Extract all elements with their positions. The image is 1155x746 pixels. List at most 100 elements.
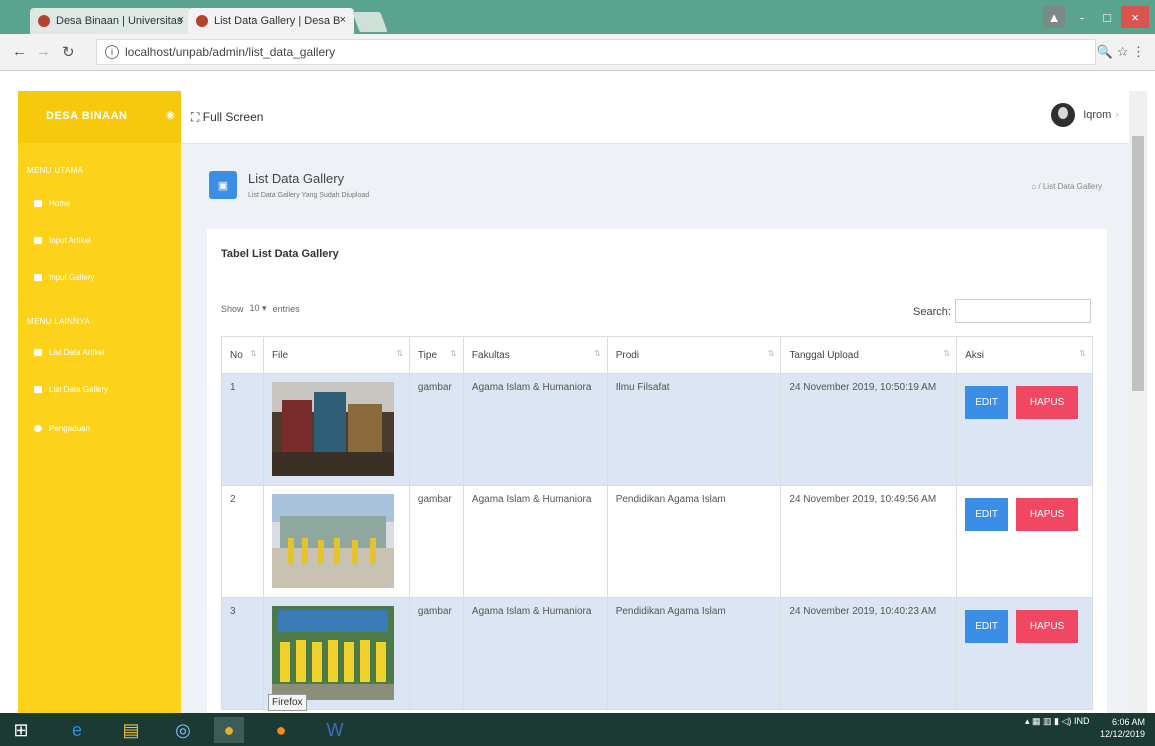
cell-no: 3 <box>221 597 264 710</box>
sidebar <box>18 91 181 713</box>
sidebar-item-list-data-artikel[interactable]: List Data Artikel <box>34 348 105 357</box>
recycle-icon[interactable]: ◎ <box>168 717 198 743</box>
card-title: Tabel List Data Gallery <box>221 248 339 260</box>
tab-desa-binaan[interactable]: Desa Binaan | Universitas × <box>30 8 192 34</box>
sort-icon: ⇅ <box>943 349 951 358</box>
edit-button[interactable]: EDIT <box>965 386 1009 419</box>
column-header-file[interactable]: File ⇅ <box>262 336 410 374</box>
close-tab-icon[interactable]: × <box>340 14 346 26</box>
user-menu[interactable]: Iqrom › <box>1051 103 1119 127</box>
gallery-thumbnail[interactable] <box>271 606 394 700</box>
sort-icon: ⇅ <box>396 349 403 358</box>
bookmark-icons[interactable]: 🔍 ☆ ⋮ <box>1097 44 1145 60</box>
tab-list-data-gallery[interactable]: List Data Gallery | Desa B × <box>188 8 354 34</box>
scrollbar-thumb[interactable] <box>1132 136 1144 391</box>
table-row: 3 gambar Agama Islam & Humaniora Pendidi <box>221 597 1093 710</box>
sort-icon: ⇅ <box>1079 349 1086 358</box>
minimize-button[interactable]: - <box>1070 6 1094 28</box>
entries-select[interactable]: 10 ▾ <box>250 303 267 314</box>
gallery-thumbnail[interactable] <box>271 494 394 588</box>
cell-tanggal: 24 November 2019, 10:40:23 AM <box>780 597 958 710</box>
favicon-icon <box>38 15 50 27</box>
cell-file <box>262 485 410 598</box>
chrome-icon[interactable]: ● <box>214 717 244 743</box>
hapus-button[interactable]: HAPUS <box>1016 498 1079 531</box>
list-icon <box>34 349 42 356</box>
address-bar-row: ← → ↻ i localhost/unpab/admin/list_data_… <box>0 34 1155 71</box>
cell-tanggal: 24 November 2019, 10:49:56 AM <box>780 485 958 598</box>
sidebar-section-menu-lainnya: MENU LAINNYA <box>27 317 91 326</box>
user-profile-button[interactable]: ▲ <box>1043 6 1065 28</box>
word-icon[interactable]: W <box>320 717 350 743</box>
brand-title: DESA BINAAN <box>46 110 128 122</box>
image-icon <box>34 386 42 393</box>
column-header-tanggal-upload[interactable]: Tanggal Upload ⇅ <box>780 336 958 374</box>
page-subtitle: List Data Gallery Yang Sudah Diupload <box>248 192 370 199</box>
favicon-icon <box>196 15 208 27</box>
gallery-table: No ⇅ File ⇅ Tipe ⇅ Fakultas ⇅ Prodi ⇅ Tanggal… <box>221 336 1093 710</box>
user-icon <box>34 237 42 244</box>
cell-tipe: gambar <box>408 597 464 710</box>
cell-fakultas: Agama Islam & Humaniora <box>462 597 608 710</box>
edit-button[interactable]: EDIT <box>965 610 1009 643</box>
internet-explorer-icon[interactable]: e <box>62 717 92 743</box>
gallery-thumbnail[interactable] <box>271 382 394 476</box>
sidebar-section-menu-utama: MENU UTAMA <box>27 166 84 175</box>
column-header-tipe[interactable]: Tipe ⇅ <box>408 336 464 374</box>
forward-arrow-icon[interactable]: → <box>36 43 51 60</box>
language-indicator[interactable]: IND <box>1074 716 1090 726</box>
page-scrollbar[interactable] <box>1129 91 1147 713</box>
cell-aksi: EDIT HAPUS <box>956 597 1093 710</box>
cell-prodi: Pendidikan Agama Islam <box>606 597 782 710</box>
sidebar-toggle-icon[interactable]: ◉ <box>166 110 175 121</box>
firefox-icon[interactable]: ● <box>266 717 296 743</box>
home-icon <box>34 200 42 207</box>
cell-fakultas: Agama Islam & Humaniora <box>462 373 608 486</box>
hapus-button[interactable]: HAPUS <box>1016 386 1079 419</box>
fullscreen-button[interactable]: ⛶ Full Screen <box>191 110 263 125</box>
maximize-button[interactable]: □ <box>1095 6 1119 28</box>
cell-aksi: EDIT HAPUS <box>956 373 1093 486</box>
reload-icon[interactable]: ↻ <box>62 43 75 61</box>
sidebar-item-home[interactable]: Home <box>34 199 70 208</box>
column-header-prodi[interactable]: Prodi ⇅ <box>606 336 782 374</box>
entries-length: Show 10 ▾ entries <box>221 303 300 314</box>
breadcrumb: ⌂ / List Data Gallery <box>1031 182 1102 191</box>
gear-icon <box>34 425 42 432</box>
close-tab-icon[interactable]: × <box>178 14 184 26</box>
top-navbar: ⛶ Full Screen Iqrom › <box>181 91 1129 144</box>
sidebar-item-input-gallery[interactable]: Input Gallery <box>34 273 94 282</box>
cell-no: 1 <box>221 373 264 486</box>
sidebar-item-input-artikel[interactable]: Input Artikel <box>34 236 91 245</box>
table-header-row: No ⇅ File ⇅ Tipe ⇅ Fakultas ⇅ Prodi ⇅ Tanggal… <box>221 336 1093 374</box>
search-input[interactable] <box>955 299 1091 323</box>
edit-button[interactable]: EDIT <box>965 498 1009 531</box>
back-arrow-icon[interactable]: ← <box>12 43 27 60</box>
column-header-no[interactable]: No ⇅ <box>221 336 264 374</box>
sidebar-item-pengaduan[interactable]: Pengaduan <box>34 424 90 433</box>
column-header-fakultas[interactable]: Fakultas ⇅ <box>462 336 608 374</box>
table-row: 2 gambar Agama Islam & Humaniora Pendidi <box>221 485 1093 598</box>
cell-tipe: gambar <box>408 485 464 598</box>
search-label: Search: <box>913 306 951 318</box>
cell-file <box>262 597 410 710</box>
chevron-down-icon: › <box>1115 109 1119 121</box>
tray-icons[interactable]: ▴ ▦ ▥ ▮ ◁) <box>1025 716 1074 726</box>
url-input[interactable]: i localhost/unpab/admin/list_data_galler… <box>96 39 1096 65</box>
expand-icon: ⛶ <box>191 110 203 124</box>
new-tab-button[interactable] <box>352 12 388 32</box>
cell-no: 2 <box>221 485 264 598</box>
hapus-button[interactable]: HAPUS <box>1016 610 1079 643</box>
cell-aksi: EDIT HAPUS <box>956 485 1093 598</box>
clock[interactable]: 6:06 AM 12/12/2019 <box>1100 716 1145 740</box>
file-explorer-icon[interactable]: ▤ <box>116 717 146 743</box>
cell-prodi: Pendidikan Agama Islam <box>606 485 782 598</box>
sidebar-item-list-data-gallery[interactable]: List Data Gallery <box>34 385 108 394</box>
taskbar: ⊞ e ▤ ◎ ● ● W ▴ ▦ ▥ ▮ ◁) IND 6:06 AM 12/… <box>0 713 1155 746</box>
table-row: 1 gambar Agama Islam & Humaniora Ilmu Fi… <box>221 373 1093 486</box>
column-header-aksi[interactable]: Aksi ⇅ <box>956 336 1093 374</box>
home-icon[interactable]: ⌂ / <box>1031 182 1043 191</box>
windows-start-icon[interactable]: ⊞ <box>6 717 36 743</box>
close-window-button[interactable]: × <box>1121 6 1149 28</box>
cell-fakultas: Agama Islam & Humaniora <box>462 485 608 598</box>
